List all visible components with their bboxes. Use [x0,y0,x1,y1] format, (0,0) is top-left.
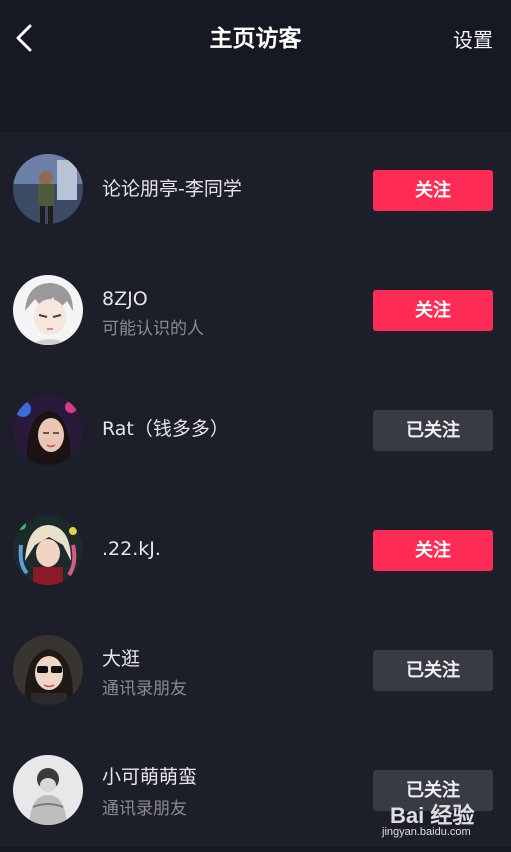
list-item[interactable]: 论论朋亭-李同学 关注 [0,132,511,252]
header-spacer [0,80,511,132]
visitor-relation: 通讯录朋友 [102,679,187,699]
visitor-name: 论论朋亭-李同学 [102,178,242,200]
avatar[interactable] [13,635,83,705]
visitor-name: 小可萌萌蛮 [102,766,198,788]
list-item[interactable]: 8ZJO 可能认识的人 关注 [0,252,511,372]
visitor-name: 大逛 [102,648,141,670]
avatar[interactable] [13,154,83,224]
list-item[interactable]: 大逛 通讯录朋友 已关注 [0,612,511,732]
avatar-icon [13,395,83,465]
watermark-url: jingyan.baidu.com [382,826,471,838]
visitor-name: Rat（钱多多） [102,418,229,440]
visitor-list: 论论朋亭-李同学 关注 8ZJO 可能认识的人 关注 Rat（钱多多） 已关注 … [0,132,511,847]
avatar[interactable] [13,395,83,465]
avatar-icon [13,635,83,705]
avatar[interactable] [13,755,83,825]
visitor-relation: 可能认识的人 [102,319,204,339]
avatar-icon [13,515,83,585]
follow-button[interactable]: 关注 [373,530,493,571]
watermark: Bai 经验 jingyan.baidu.com [382,796,502,844]
list-item[interactable]: .22.kJ. 关注 [0,492,511,612]
avatar[interactable] [13,275,83,345]
visitor-relation: 通讯录朋友 [102,799,187,819]
visitor-name: 8ZJO [102,288,148,310]
follow-button[interactable]: 关注 [373,290,493,331]
visitor-name: .22.kJ. [102,538,161,560]
avatar-icon [13,275,83,345]
avatar[interactable] [13,515,83,585]
top-bar: 主页访客 设置 [0,0,511,80]
page-title: 主页访客 [209,26,302,52]
follow-button[interactable]: 关注 [373,170,493,211]
list-item[interactable]: Rat（钱多多） 已关注 [0,372,511,492]
avatar-icon [13,755,83,825]
avatar-icon [13,154,83,224]
followed-button[interactable]: 已关注 [373,410,493,451]
settings-link[interactable]: 设置 [453,24,493,56]
followed-button[interactable]: 已关注 [373,650,493,691]
